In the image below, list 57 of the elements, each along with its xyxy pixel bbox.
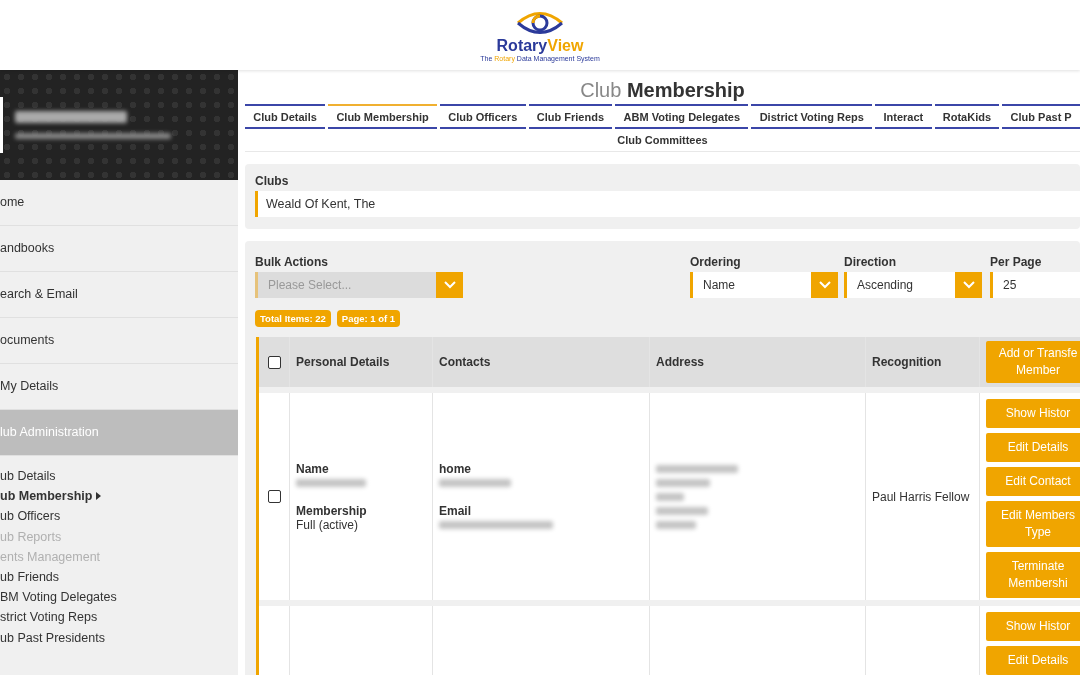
sidebar-item[interactable]: earch & Email xyxy=(0,272,238,318)
sidebar-subitem[interactable]: ub Friends xyxy=(0,570,60,585)
logo-name: RotaryView xyxy=(496,37,584,55)
tab[interactable]: Club Committees xyxy=(609,129,716,151)
sidebar-item[interactable]: ocuments xyxy=(0,318,238,364)
tab[interactable]: Club Membership xyxy=(328,104,437,129)
field-label: Name xyxy=(296,461,329,476)
caret-icon xyxy=(96,492,102,501)
page-title: Club Membership xyxy=(579,78,746,103)
tab[interactable]: RotaKids xyxy=(934,104,1000,129)
field-label: Email xyxy=(439,503,471,518)
tab[interactable]: Club Details xyxy=(245,104,326,129)
tab[interactable]: Interact xyxy=(875,104,932,129)
chevron-down-icon xyxy=(962,281,975,289)
field-label: Direction xyxy=(844,255,897,269)
redacted-text xyxy=(656,520,696,529)
sidebar-item[interactable]: andbooks xyxy=(0,226,238,272)
clubs-field[interactable]: Weald Of Kent, The xyxy=(255,191,1080,217)
chevron-down-icon xyxy=(443,281,456,289)
sidebar-subitem[interactable]: ub Details xyxy=(0,469,56,484)
eye-logo-icon xyxy=(516,10,564,36)
tab[interactable]: Club Friends xyxy=(528,104,613,129)
column-header: Address xyxy=(656,355,705,369)
count-badge: Total Items: 22 xyxy=(255,310,331,327)
redacted-text xyxy=(656,492,684,501)
sidebar-subitem[interactable]: ub Officers xyxy=(0,509,61,524)
column-header: Contacts xyxy=(439,355,491,369)
recognition-value: Paul Harris Fellow xyxy=(872,489,970,504)
per-page-field[interactable]: 25 xyxy=(990,272,1080,298)
sidebar-item[interactable]: ome xyxy=(0,180,238,226)
checkbox[interactable] xyxy=(267,355,281,369)
direction-select[interactable]: Ascending xyxy=(844,272,982,298)
membership-value: Full (active) xyxy=(296,517,358,532)
field-label: Per Page xyxy=(990,255,1043,269)
field-label: Bulk Actions xyxy=(255,255,329,269)
ordering-select[interactable]: Name xyxy=(690,272,838,298)
tab[interactable]: Club Past P xyxy=(1002,104,1080,129)
redacted-text xyxy=(439,478,511,487)
tab[interactable]: Club Officers xyxy=(439,104,526,129)
redacted-text xyxy=(296,478,366,487)
chevron-down-icon xyxy=(818,281,831,289)
tab[interactable]: ABM Voting Delegates xyxy=(615,104,749,129)
tab[interactable]: District Voting Reps xyxy=(751,104,873,129)
column-header: Recognition xyxy=(872,355,942,369)
sidebar-subitem[interactable]: strict Voting Reps xyxy=(0,610,98,625)
sidebar-subitem[interactable]: ub Membership xyxy=(0,489,93,504)
redacted-text xyxy=(656,478,710,487)
count-badge: Page: 1 of 1 xyxy=(336,310,401,327)
sidebar-subitem[interactable]: BM Voting Delegates xyxy=(0,590,117,605)
field-label: Membership xyxy=(296,503,367,518)
redacted-text xyxy=(656,506,708,515)
field-label: Clubs xyxy=(255,174,290,188)
checkbox[interactable] xyxy=(267,490,281,503)
field-label: home xyxy=(439,461,471,476)
column-header: Personal Details xyxy=(296,355,390,369)
field-label: Ordering xyxy=(690,255,742,269)
sidebar-subitem[interactable]: ub Past Presidents xyxy=(0,630,105,645)
